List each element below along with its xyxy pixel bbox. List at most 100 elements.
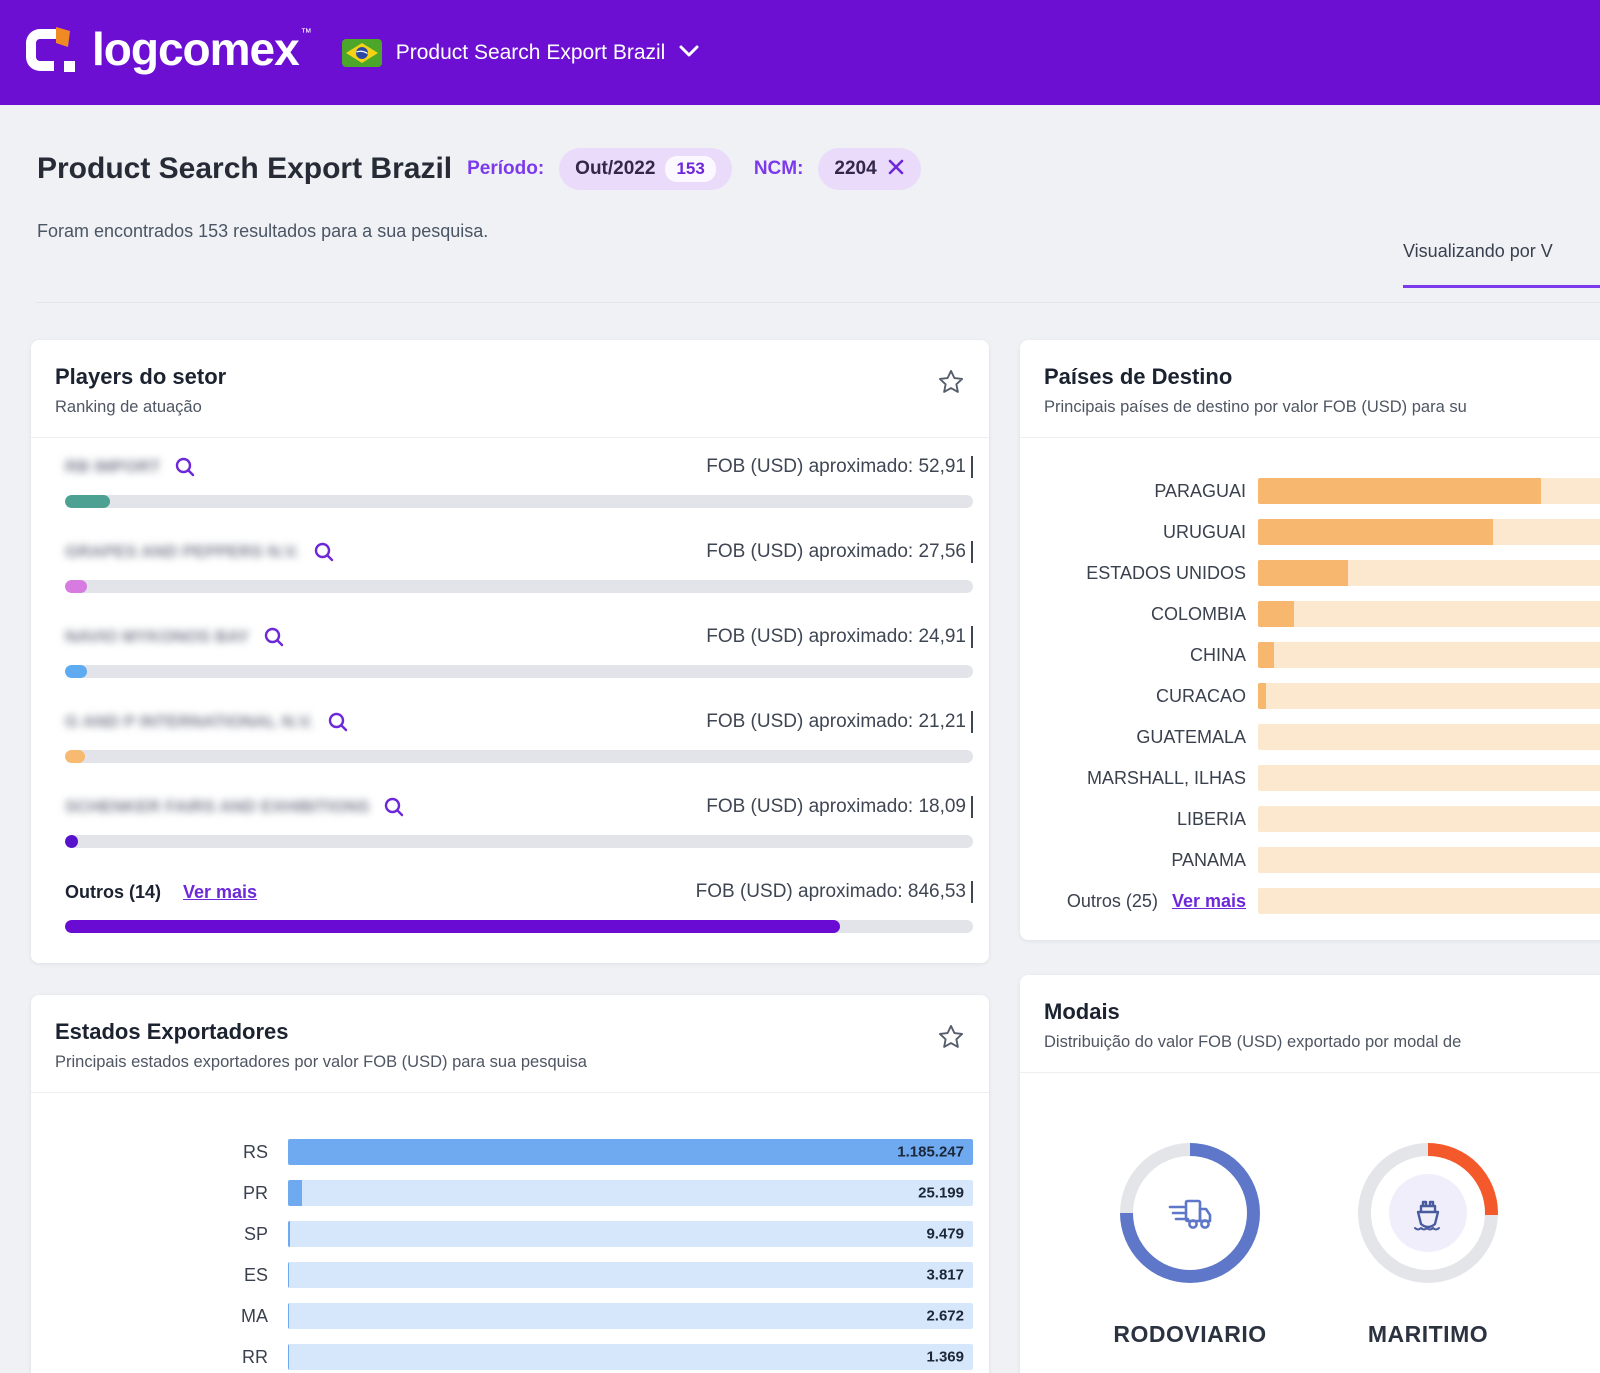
star-icon[interactable] (937, 1023, 965, 1056)
estados-card-title: Estados Exportadores (55, 1019, 965, 1045)
bar-track (1258, 519, 1600, 545)
pais-label: MARSHALL, ILHAS (1046, 768, 1246, 789)
estado-row: RS 1.185.247 (65, 1139, 973, 1165)
players-do-setor-card: Players do setor Ranking de atuação RB I… (31, 340, 989, 963)
bar-track (1258, 560, 1600, 586)
estado-value: 2.672 (926, 1308, 964, 1325)
estado-row: MA 2.672 (65, 1303, 973, 1329)
estado-label: PR (65, 1183, 268, 1204)
estado-row: SP 9.479 (65, 1221, 973, 1247)
pais-row: ESTADOS UNIDOS (1046, 560, 1600, 586)
modais-card-header: Modais Distribuição do valor FOB (USD) e… (1020, 975, 1600, 1073)
ncm-filter-chip[interactable]: 2204 (818, 148, 920, 190)
progress-fill (65, 665, 87, 678)
bar-track (1258, 642, 1600, 668)
close-icon[interactable] (887, 158, 905, 181)
fob-value: 846,53 (908, 881, 966, 903)
page-divider (36, 302, 1600, 303)
estado-value: 1.369 (926, 1349, 964, 1366)
pais-label: PANAMA (1046, 850, 1246, 871)
search-icon[interactable] (174, 456, 196, 478)
pais-label: ESTADOS UNIDOS (1046, 563, 1246, 584)
progress-fill (65, 750, 85, 763)
fob-label: FOB (USD) aproximado: (706, 796, 913, 818)
maritimo-label: MARITIMO (1368, 1321, 1488, 1348)
fob-value: 27,56 (918, 541, 966, 563)
bar-fill (1258, 478, 1541, 504)
estado-label: MA (65, 1306, 268, 1327)
company-name-blurred: G AND P INTERNATIONAL N.V. (65, 712, 313, 732)
players-card-header: Players do setor Ranking de atuação (31, 340, 989, 438)
pais-label: COLOMBIA (1046, 604, 1246, 625)
search-icon[interactable] (383, 796, 405, 818)
progress-fill (65, 920, 840, 933)
trademark-symbol: ™ (301, 27, 312, 39)
ncm-value: 2204 (834, 158, 876, 180)
logcomex-wordmark: logcomex (92, 23, 299, 75)
company-name-blurred: RB IMPORT (65, 457, 160, 477)
pais-row: CHINA (1046, 642, 1600, 668)
bar-track (1258, 847, 1600, 873)
pais-row: PANAMA (1046, 847, 1600, 873)
workspace-label: Product Search Export Brazil (396, 41, 666, 65)
company-name-blurred: NAVIO MYKONOS BAY (65, 627, 249, 647)
search-icon[interactable] (327, 711, 349, 733)
logcomex-logo[interactable]: logcomex ™ (26, 23, 312, 82)
workspace-selector[interactable]: Product Search Export Brazil (396, 41, 700, 65)
progress-track (65, 495, 973, 508)
bar-fill (288, 1139, 973, 1165)
bar-track: 1.369 (288, 1344, 973, 1370)
player-row: GRAPES AND PEPPERS N.V. FOB (USD) aproxi… (65, 535, 973, 593)
ver-mais-link[interactable]: Ver mais (183, 882, 257, 903)
bar-fill (1258, 560, 1348, 586)
player-row: NAVIO MYKONOS BAY FOB (USD) aproximado: … (65, 620, 973, 678)
estado-value: 9.479 (926, 1226, 964, 1243)
pais-row: MARSHALL, ILHAS (1046, 765, 1600, 791)
fob-label: FOB (USD) aproximado: (706, 626, 913, 648)
fob-label: FOB (USD) aproximado: (706, 541, 913, 563)
outros-label: Outros (25) (1067, 891, 1158, 912)
bar-fill (1258, 642, 1274, 668)
clipped-char (971, 881, 973, 903)
players-card-subtitle: Ranking de atuação (55, 396, 965, 418)
brazil-flag-icon (342, 39, 382, 67)
estados-card-subtitle: Principais estados exportadores por valo… (55, 1051, 965, 1073)
estado-label: SP (65, 1224, 268, 1245)
bar-track (1258, 765, 1600, 791)
pais-row: CURACAO (1046, 683, 1600, 709)
pais-row-outros: Outros (25) Ver mais (1046, 888, 1600, 914)
company-name-blurred: GRAPES AND PEPPERS N.V. (65, 542, 299, 562)
maritimo-donut-chart (1358, 1143, 1498, 1283)
search-icon[interactable] (263, 626, 285, 648)
search-icon[interactable] (313, 541, 335, 563)
progress-fill (65, 835, 78, 848)
right-column: Países de Destino Principais países de d… (1020, 340, 1600, 1373)
fob-value: 52,91 (918, 456, 966, 478)
paises-card-header: Países de Destino Principais países de d… (1020, 340, 1600, 438)
fob-label: FOB (USD) aproximado: (706, 711, 913, 733)
bar-track (1258, 806, 1600, 832)
tab-visualizando[interactable]: Visualizando por V (1403, 241, 1600, 262)
estado-row: ES 3.817 (65, 1262, 973, 1288)
paises-bar-chart: PARAGUAI URUGUAI ESTADOS UNIDOS COLOMBIA… (1020, 438, 1600, 914)
modal-maritimo: MARITIMO (1313, 1143, 1543, 1348)
estados-bar-chart: RS 1.185.247 PR 25.199 SP 9.479 (31, 1093, 989, 1370)
progress-track (65, 920, 973, 933)
clipped-char (971, 456, 973, 478)
periodo-filter-chip[interactable]: Out/2022 153 (559, 148, 732, 190)
progress-fill (65, 495, 110, 508)
chevron-down-icon[interactable] (679, 44, 699, 62)
ver-mais-link[interactable]: Ver mais (1172, 891, 1246, 912)
periodo-count-badge: 153 (665, 156, 715, 182)
bar-track: 3.817 (288, 1262, 973, 1288)
players-card-title: Players do setor (55, 364, 965, 390)
progress-track (65, 580, 973, 593)
truck-icon (1120, 1143, 1260, 1283)
top-navigation-bar: logcomex ™ Product Search Export Brazil (0, 0, 1600, 105)
star-icon[interactable] (937, 368, 965, 401)
bar-fill (288, 1303, 289, 1329)
pais-row: PARAGUAI (1046, 478, 1600, 504)
ncm-label: NCM: (754, 158, 804, 180)
clipped-char (971, 541, 973, 563)
modal-rodoviario: RODOVIARIO (1075, 1143, 1305, 1348)
